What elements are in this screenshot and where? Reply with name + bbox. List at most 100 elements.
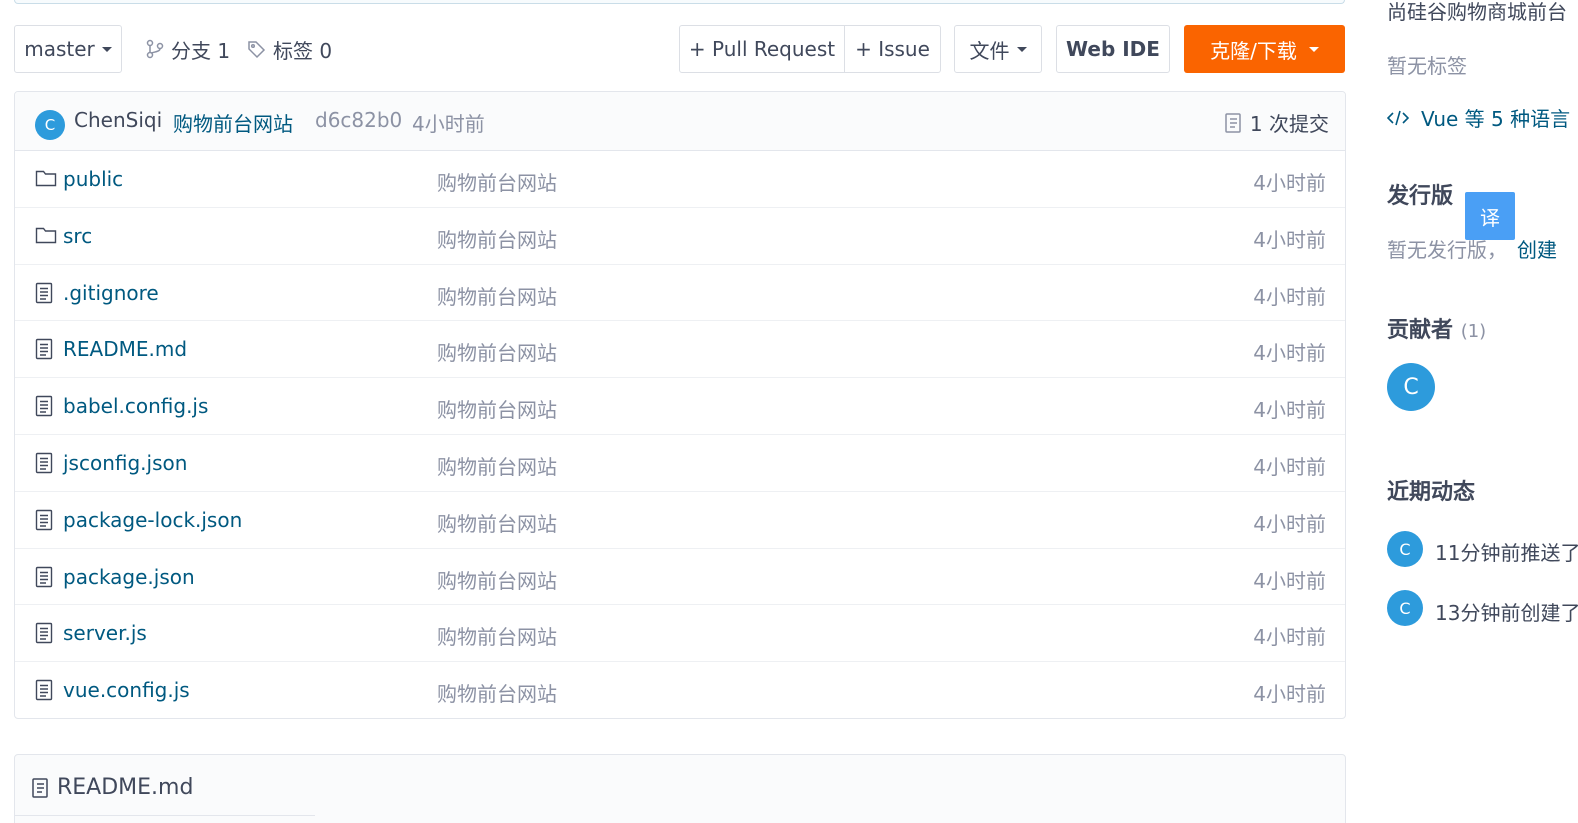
file-commit-message[interactable]: 购物前台网站 <box>437 167 557 196</box>
file-name-link[interactable]: public <box>63 167 123 191</box>
file-icon <box>35 566 55 588</box>
file-name-link[interactable]: babel.config.js <box>63 394 208 418</box>
file-icon <box>35 509 55 531</box>
activity-heading: 近期动态 <box>1387 480 1476 505</box>
file-icon <box>35 622 55 644</box>
file-icon <box>35 679 55 701</box>
file-name-link[interactable]: package-lock.json <box>63 508 242 532</box>
latest-commit-bar: C ChenSiqi 购物前台网站 d6c82b0 4小时前 1 次提交 <box>15 92 1345 151</box>
tags-empty: 暂无标签 <box>1387 54 1467 78</box>
clone-download-button[interactable]: 克隆/下载 <box>1184 25 1345 73</box>
code-icon <box>1387 110 1409 125</box>
file-name-link[interactable]: .gitignore <box>63 281 159 305</box>
file-commit-message[interactable]: 购物前台网站 <box>437 508 557 537</box>
web-ide-button[interactable]: Web IDE <box>1056 25 1170 73</box>
branches-link[interactable]: 分支 1 <box>146 25 230 73</box>
branch-select[interactable]: master <box>14 25 122 73</box>
file-time: 4小时前 <box>1253 511 1326 536</box>
pr-issue-group: + Pull Request + Issue <box>679 25 941 73</box>
file-name-link[interactable]: src <box>63 224 92 248</box>
file-icon <box>32 777 48 798</box>
readme-panel: README.md <box>14 754 1346 823</box>
file-time: 4小时前 <box>1253 625 1326 650</box>
branches-label: 分支 1 <box>171 38 231 63</box>
avatar[interactable]: C <box>35 110 65 140</box>
file-name-link[interactable]: vue.config.js <box>63 678 190 702</box>
activity-avatar[interactable]: C <box>1387 590 1423 626</box>
table-row: .gitignore 购物前台网站 4小时前 <box>15 265 1345 322</box>
contributors-heading-label: 贡献者 <box>1387 318 1454 343</box>
file-commit-message[interactable]: 购物前台网站 <box>437 621 557 650</box>
releases-heading: 发行版 <box>1387 184 1454 209</box>
chevron-down-icon <box>1308 46 1319 52</box>
contributors-heading: 贡献者 (1) <box>1387 312 1486 344</box>
table-row: package.json 购物前台网站 4小时前 <box>15 549 1345 606</box>
create-release-link[interactable]: 创建 <box>1517 234 1557 263</box>
file-commit-message[interactable]: 购物前台网站 <box>437 281 557 310</box>
repo-description: 尚硅谷购物商城前台 <box>1387 0 1567 24</box>
file-time: 4小时前 <box>1253 284 1326 309</box>
divider <box>15 815 315 816</box>
table-row: src 购物前台网站 4小时前 <box>15 208 1345 265</box>
table-row: jsconfig.json 购物前台网站 4小时前 <box>15 435 1345 492</box>
file-name-link[interactable]: package.json <box>63 565 195 589</box>
activity-item[interactable]: 13分钟前创建了 <box>1435 597 1578 626</box>
table-row: README.md 购物前台网站 4小时前 <box>15 321 1345 379</box>
clone-label: 克隆/下载 <box>1210 38 1297 63</box>
commit-time: 4小时前 <box>412 112 485 136</box>
commits-icon <box>1225 112 1241 133</box>
commit-message[interactable]: 购物前台网站 <box>173 108 293 137</box>
file-icon <box>35 338 55 360</box>
activity-item[interactable]: 11分钟前推送了 <box>1435 537 1578 566</box>
chevron-down-icon <box>101 46 112 52</box>
table-row: server.js 购物前台网站 4小时前 <box>15 605 1345 663</box>
issue-button[interactable]: + Issue <box>844 26 940 72</box>
tags-label: 标签 0 <box>273 38 333 63</box>
file-icon <box>35 282 55 304</box>
branch-label: master <box>24 37 95 61</box>
folder-icon <box>35 168 57 190</box>
branch-icon <box>146 39 164 59</box>
tag-icon <box>248 40 266 58</box>
pull-request-button[interactable]: + Pull Request <box>680 26 844 72</box>
web-ide-label: Web IDE <box>1066 37 1160 61</box>
file-name-link[interactable]: jsconfig.json <box>63 451 187 475</box>
file-commit-message[interactable]: 购物前台网站 <box>437 337 557 366</box>
commit-author[interactable]: ChenSiqi <box>74 108 162 132</box>
file-name-link[interactable]: server.js <box>63 621 147 645</box>
languages-link[interactable]: Vue 等 5 种语言 <box>1387 103 1570 132</box>
activity-avatar[interactable]: C <box>1387 531 1423 567</box>
file-commit-message[interactable]: 购物前台网站 <box>437 394 557 423</box>
file-commit-message[interactable]: 购物前台网站 <box>437 224 557 253</box>
tags-link[interactable]: 标签 0 <box>247 25 332 73</box>
file-commit-message[interactable]: 购物前台网站 <box>437 565 557 594</box>
file-time: 4小时前 <box>1253 568 1326 593</box>
file-time: 4小时前 <box>1253 682 1326 707</box>
file-time: 4小时前 <box>1253 341 1326 366</box>
file-list: C ChenSiqi 购物前台网站 d6c82b0 4小时前 1 次提交 pub… <box>14 91 1346 719</box>
file-time: 4小时前 <box>1253 398 1326 423</box>
table-row: package-lock.json 购物前台网站 4小时前 <box>15 492 1345 549</box>
files-label: 文件 <box>969 38 1010 63</box>
readme-title: README.md <box>57 775 194 800</box>
file-time: 4小时前 <box>1253 227 1326 252</box>
file-icon <box>35 452 55 474</box>
files-dropdown[interactable]: 文件 <box>954 25 1042 73</box>
file-time: 4小时前 <box>1253 454 1326 479</box>
file-commit-message[interactable]: 购物前台网站 <box>437 451 557 480</box>
file-rows: public 购物前台网站 4小时前 src 购物前台网站 4小时前 .gitignore 购… <box>15 151 1345 718</box>
contributors-count: (1) <box>1460 321 1487 342</box>
file-name-link[interactable]: README.md <box>63 337 187 361</box>
commit-count-link[interactable]: 1 次提交 <box>1224 108 1329 137</box>
file-time: 4小时前 <box>1253 171 1326 195</box>
top-strip <box>14 0 1345 4</box>
file-icon <box>35 395 55 417</box>
readme-header: README.md <box>31 775 193 800</box>
table-row: vue.config.js 购物前台网站 4小时前 <box>15 662 1345 718</box>
translate-button[interactable]: 译 <box>1465 192 1515 240</box>
chevron-down-icon <box>1016 46 1027 52</box>
folder-icon <box>35 225 57 247</box>
file-commit-message[interactable]: 购物前台网站 <box>437 678 557 707</box>
contributor-avatar[interactable]: C <box>1387 363 1435 411</box>
commit-hash[interactable]: d6c82b0 <box>315 108 402 132</box>
